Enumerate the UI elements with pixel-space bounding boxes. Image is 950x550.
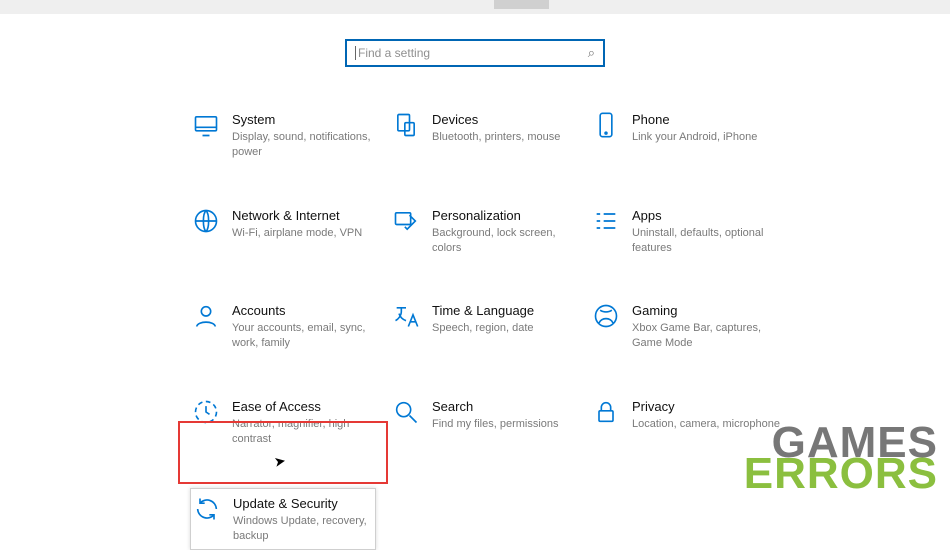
tile-title: Phone — [632, 112, 757, 127]
tile-sub: Xbox Game Bar, captures, Game Mode — [632, 321, 782, 351]
tile-title: Search — [432, 399, 559, 414]
tile-title: Privacy — [632, 399, 780, 414]
tile-title: Apps — [632, 208, 782, 223]
tile-title: Time & Language — [432, 303, 534, 318]
tile-accounts[interactable]: Accounts Your accounts, email, sync, wor… — [190, 296, 390, 357]
tile-apps[interactable]: Apps Uninstall, defaults, optional featu… — [590, 201, 790, 262]
watermark: GAMES ERRORS — [744, 427, 938, 490]
search-input[interactable]: Find a setting ⌕ — [345, 39, 605, 67]
search-icon: ⌕ — [588, 45, 595, 61]
tile-title: Update & Security — [233, 496, 369, 511]
tile-phone[interactable]: Phone Link your Android, iPhone — [590, 105, 790, 166]
tile-update-security[interactable]: Update & Security Windows Update, recove… — [190, 488, 376, 550]
top-banner — [0, 0, 950, 14]
tile-sub: Wi-Fi, airplane mode, VPN — [232, 226, 362, 241]
phone-icon — [592, 111, 620, 139]
search-placeholder: Find a setting — [355, 46, 588, 60]
tile-title: Accounts — [232, 303, 382, 318]
tile-sub: Find my files, permissions — [432, 417, 559, 432]
tile-title: Ease of Access — [232, 399, 382, 414]
tile-network[interactable]: Network & Internet Wi-Fi, airplane mode,… — [190, 201, 390, 262]
magnifier-icon — [392, 398, 420, 426]
system-icon — [192, 111, 220, 139]
tile-sub: Link your Android, iPhone — [632, 130, 757, 145]
tile-sub: Bluetooth, printers, mouse — [432, 130, 560, 145]
tile-ease-of-access[interactable]: Ease of Access Narrator, magnifier, high… — [190, 392, 390, 453]
globe-icon — [192, 207, 220, 235]
tile-sub: Background, lock screen, colors — [432, 226, 582, 256]
apps-icon — [592, 207, 620, 235]
language-icon — [392, 302, 420, 330]
search-container: Find a setting ⌕ — [0, 39, 950, 67]
settings-grid: System Display, sound, notifications, po… — [190, 105, 830, 550]
tile-time-language[interactable]: Time & Language Speech, region, date — [390, 296, 590, 357]
tile-sub: Windows Update, recovery, backup — [233, 514, 369, 544]
tile-search[interactable]: Search Find my files, permissions — [390, 392, 590, 453]
tile-devices[interactable]: Devices Bluetooth, printers, mouse — [390, 105, 590, 166]
tile-title: Devices — [432, 112, 560, 127]
tile-sub: Your accounts, email, sync, work, family — [232, 321, 382, 351]
devices-icon — [392, 111, 420, 139]
top-banner-button[interactable] — [494, 0, 549, 9]
brand-line2: ERRORS — [744, 449, 938, 498]
tile-sub: Speech, region, date — [432, 321, 534, 336]
tile-sub: Uninstall, defaults, optional features — [632, 226, 782, 256]
xbox-icon — [592, 302, 620, 330]
sync-icon — [193, 495, 221, 523]
tile-sub: Narrator, magnifier, high contrast — [232, 417, 382, 447]
tile-personalization[interactable]: Personalization Background, lock screen,… — [390, 201, 590, 262]
tile-title: Personalization — [432, 208, 582, 223]
tile-title: System — [232, 112, 382, 127]
lock-icon — [592, 398, 620, 426]
ease-icon — [192, 398, 220, 426]
paint-icon — [392, 207, 420, 235]
tile-system[interactable]: System Display, sound, notifications, po… — [190, 105, 390, 166]
tile-title: Network & Internet — [232, 208, 362, 223]
tile-gaming[interactable]: Gaming Xbox Game Bar, captures, Game Mod… — [590, 296, 790, 357]
person-icon — [192, 302, 220, 330]
tile-sub: Display, sound, notifications, power — [232, 130, 382, 160]
tile-title: Gaming — [632, 303, 782, 318]
